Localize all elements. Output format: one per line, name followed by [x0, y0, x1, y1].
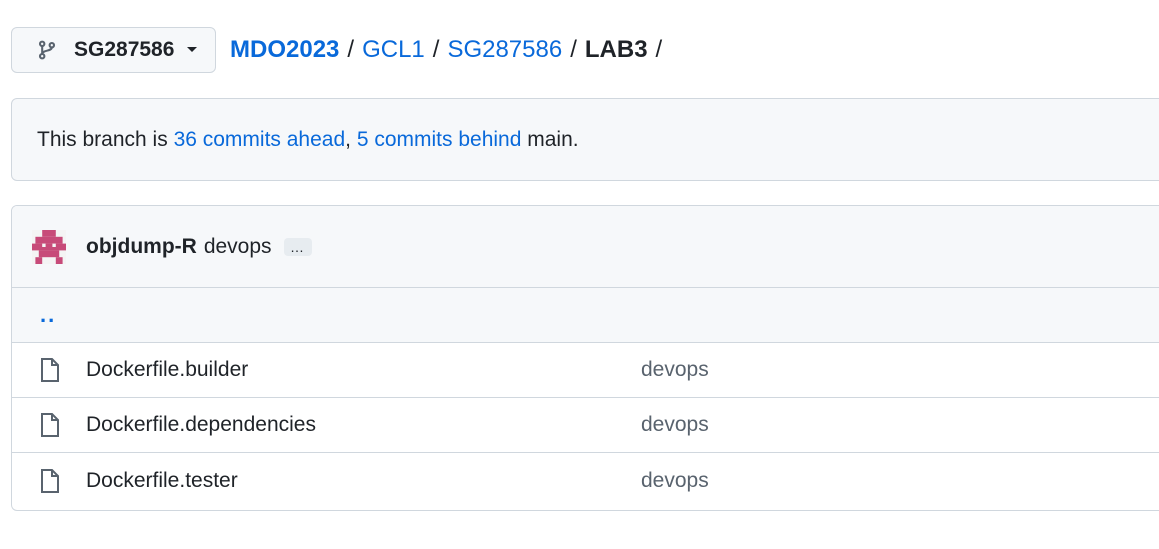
breadcrumb-current-folder: LAB3 [584, 36, 648, 63]
file-name-link[interactable]: Dockerfile.dependencies [86, 413, 316, 437]
git-branch-icon [36, 39, 58, 61]
breadcrumb-separator: / [655, 36, 663, 63]
repo-header: SG287586 MDO2023 / GCL1 / SG287586 / LAB… [11, 26, 670, 74]
commit-author-link[interactable]: objdump-R [86, 235, 197, 259]
table-row[interactable]: Dockerfile.tester devops [12, 453, 1159, 508]
table-row[interactable]: Dockerfile.dependencies devops [12, 398, 1159, 453]
chevron-down-icon [186, 44, 198, 56]
file-commit-message-link[interactable]: devops [641, 358, 709, 382]
file-commit-message-link[interactable]: devops [641, 469, 709, 493]
breadcrumb-gcl1-link[interactable]: GCL1 [362, 36, 425, 64]
file-icon [39, 468, 61, 494]
file-name-link[interactable]: Dockerfile.builder [86, 358, 248, 382]
branch-name: SG287586 [74, 38, 175, 61]
file-commit-message-link[interactable]: devops [641, 413, 709, 437]
file-name-link[interactable]: Dockerfile.tester [86, 469, 238, 493]
branch-status-suffix: main. [521, 127, 579, 151]
breadcrumb: MDO2023 / GCL1 / SG287586 / LAB3 / [230, 36, 670, 64]
branch-status-box: This branch is 36 commits ahead , 5 comm… [11, 98, 1159, 181]
parent-directory-row[interactable]: .. [12, 288, 1159, 343]
commit-message-link[interactable]: devops [204, 235, 272, 259]
table-row[interactable]: Dockerfile.builder devops [12, 343, 1159, 398]
breadcrumb-repo-link[interactable]: MDO2023 [230, 36, 339, 64]
file-icon [39, 357, 61, 383]
branch-selector-button[interactable]: SG287586 [11, 27, 216, 73]
commits-behind-link[interactable]: 5 commits behind [357, 128, 522, 152]
breadcrumb-separator: / [432, 36, 440, 63]
branch-status-middle: , [345, 127, 357, 151]
expand-commit-button[interactable]: … [283, 237, 312, 256]
commits-ahead-link[interactable]: 36 commits ahead [174, 128, 346, 152]
branch-status-prefix: This branch is [37, 127, 174, 151]
breadcrumb-separator: / [347, 36, 355, 63]
breadcrumb-sg287586-link[interactable]: SG287586 [447, 36, 562, 64]
file-icon [39, 412, 61, 438]
avatar[interactable] [32, 229, 66, 264]
parent-directory-link[interactable]: .. [40, 302, 56, 328]
latest-commit-row: objdump-R devops … [12, 206, 1159, 288]
file-table: objdump-R devops … .. Dockerfile.builder… [11, 205, 1159, 511]
breadcrumb-separator: / [570, 36, 577, 63]
